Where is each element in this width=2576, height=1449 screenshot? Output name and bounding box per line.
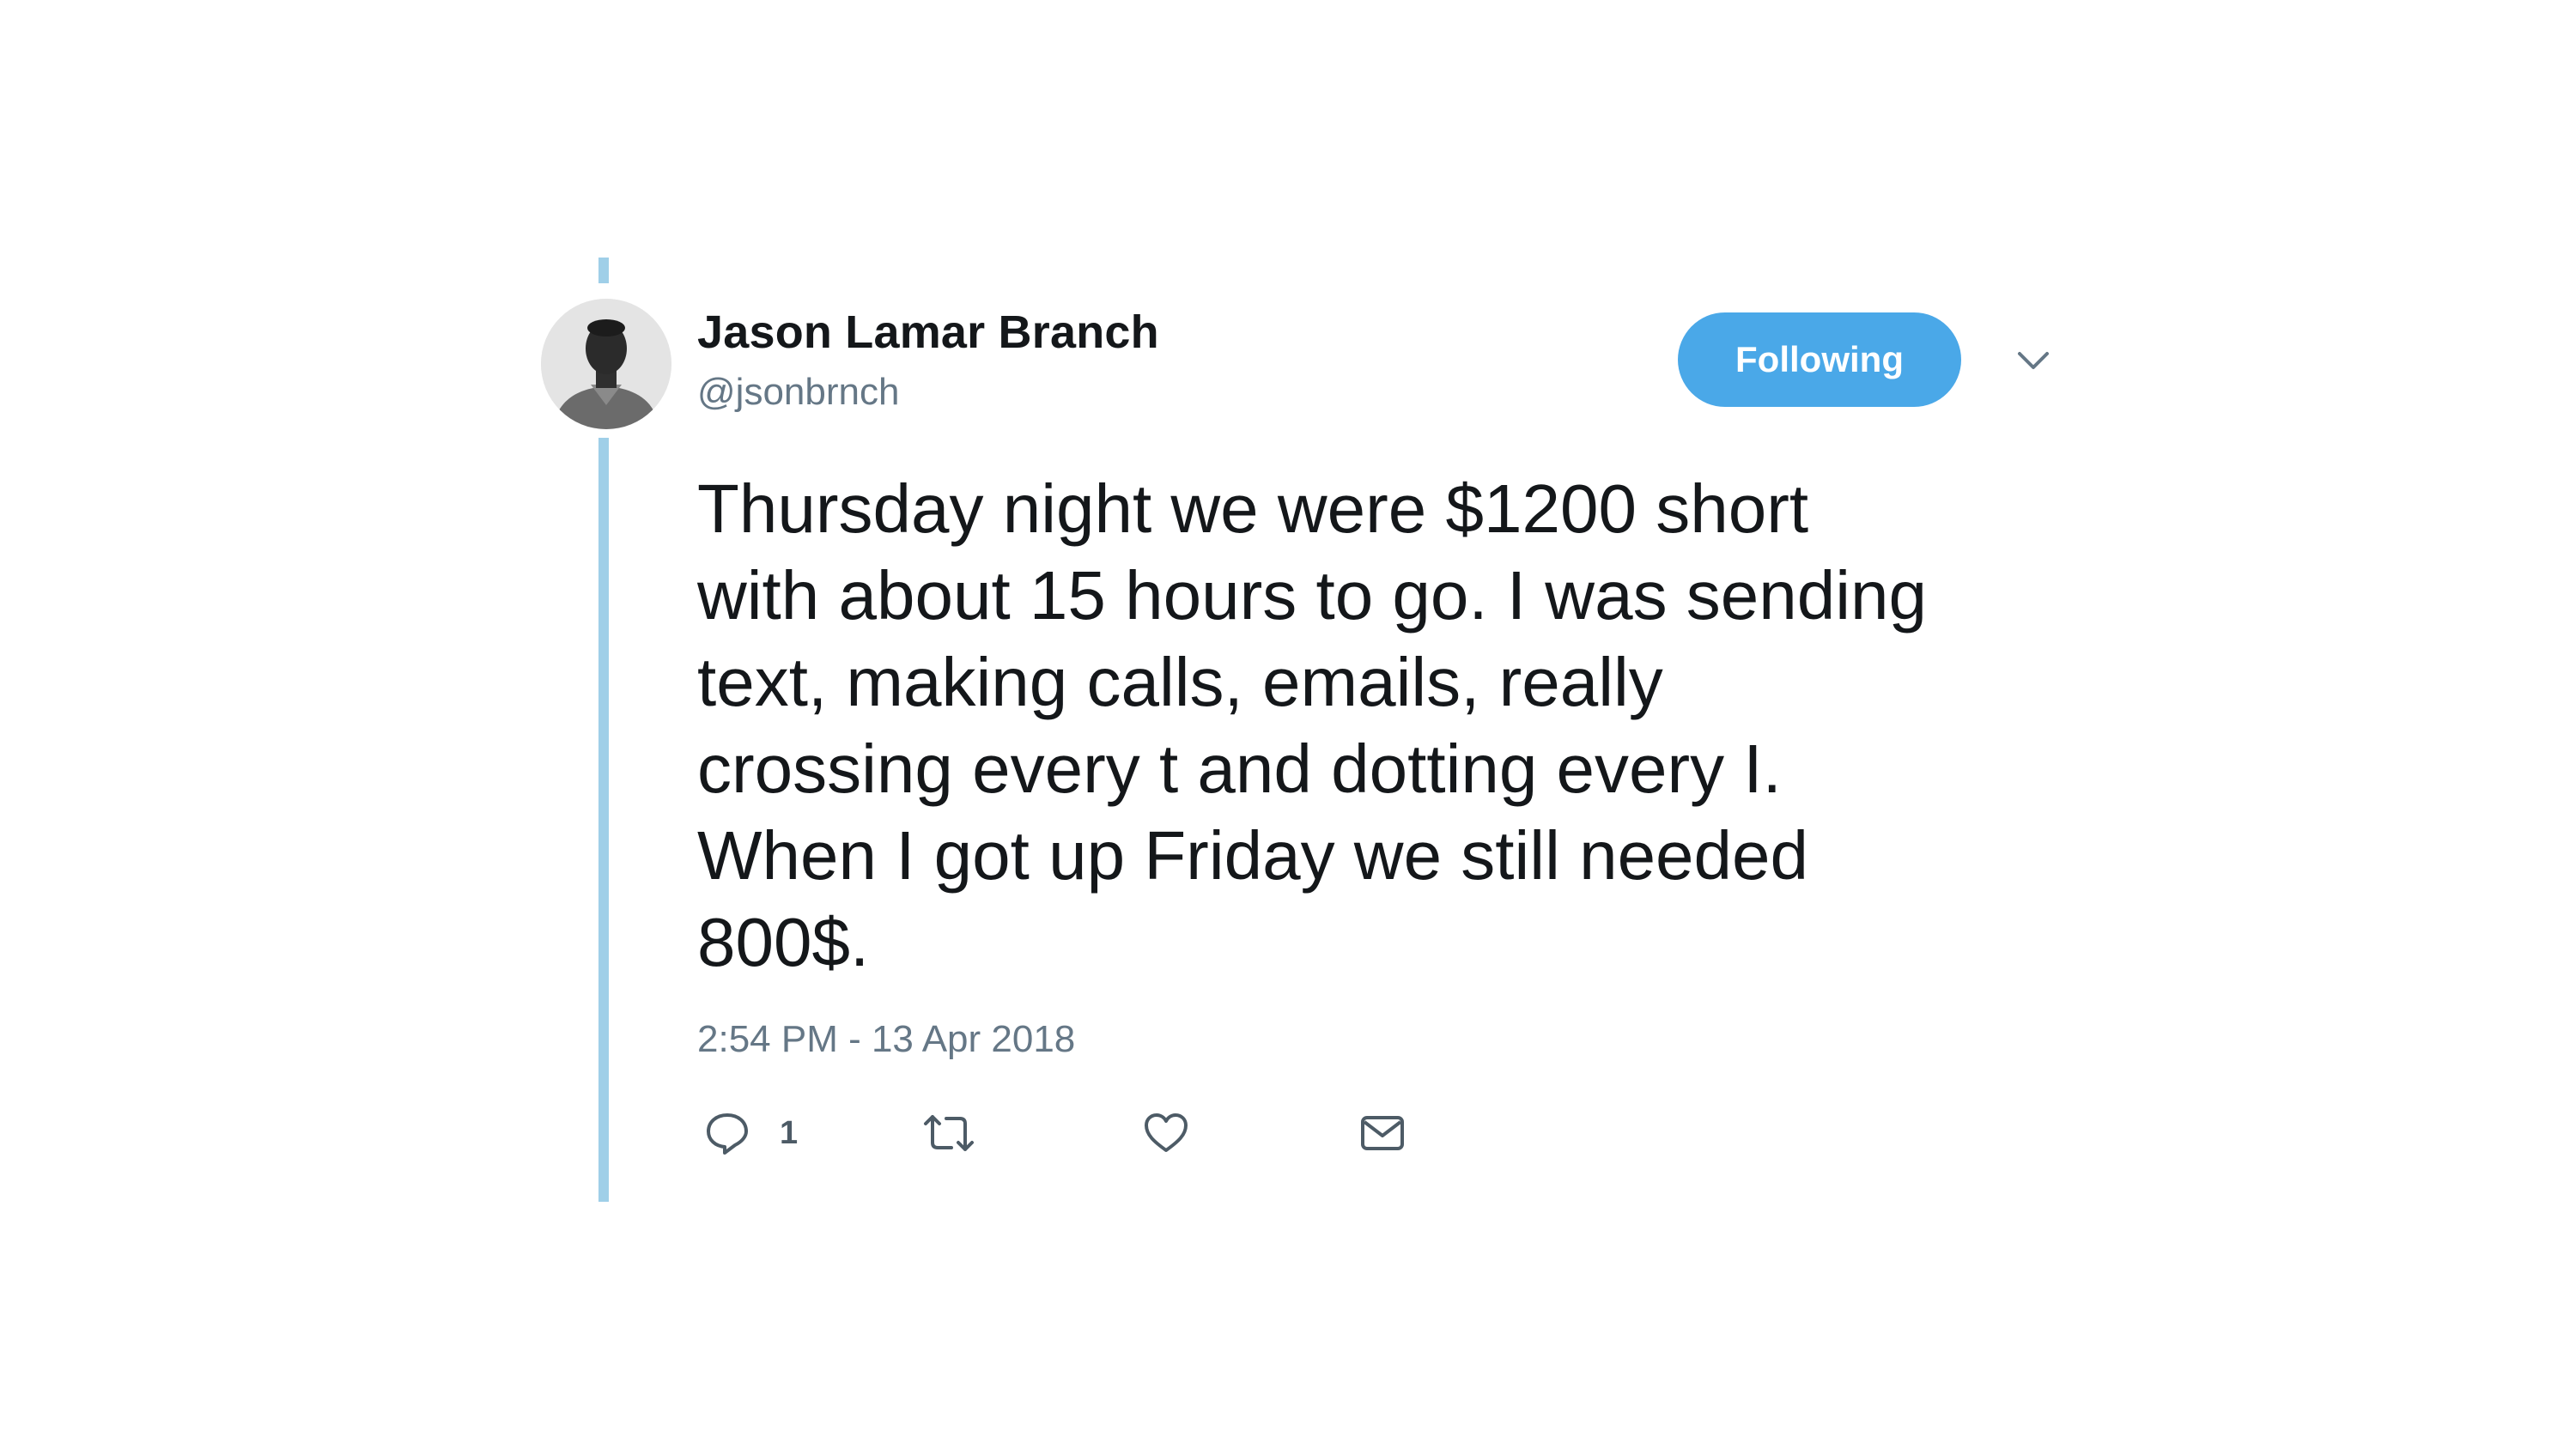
author-display-name[interactable]: Jason Lamar Branch <box>697 306 1159 359</box>
chevron-down-icon[interactable] <box>2013 343 2054 378</box>
avatar[interactable] <box>541 299 671 429</box>
reply-icon <box>707 1113 748 1155</box>
tweet-page: Jason Lamar Branch @jsonbrnch Following … <box>0 0 2576 1449</box>
like-button[interactable] <box>1142 1107 1190 1159</box>
tweet-text: Thursday night we were $1200 short with … <box>697 470 1928 980</box>
retweet-icon <box>924 1115 974 1151</box>
heart-icon <box>1145 1113 1188 1152</box>
tweet-timestamp[interactable]: 2:54 PM - 13 Apr 2018 <box>697 1018 1075 1061</box>
retweet-button[interactable] <box>922 1107 975 1159</box>
author-handle[interactable]: @jsonbrnch <box>697 371 899 414</box>
reply-count: 1 <box>780 1114 799 1151</box>
envelope-icon <box>1361 1116 1404 1150</box>
reply-button[interactable]: 1 <box>704 1107 798 1159</box>
direct-message-button[interactable] <box>1358 1107 1406 1159</box>
profile-photo-icon <box>541 299 671 429</box>
following-button[interactable]: Following <box>1678 312 1961 407</box>
